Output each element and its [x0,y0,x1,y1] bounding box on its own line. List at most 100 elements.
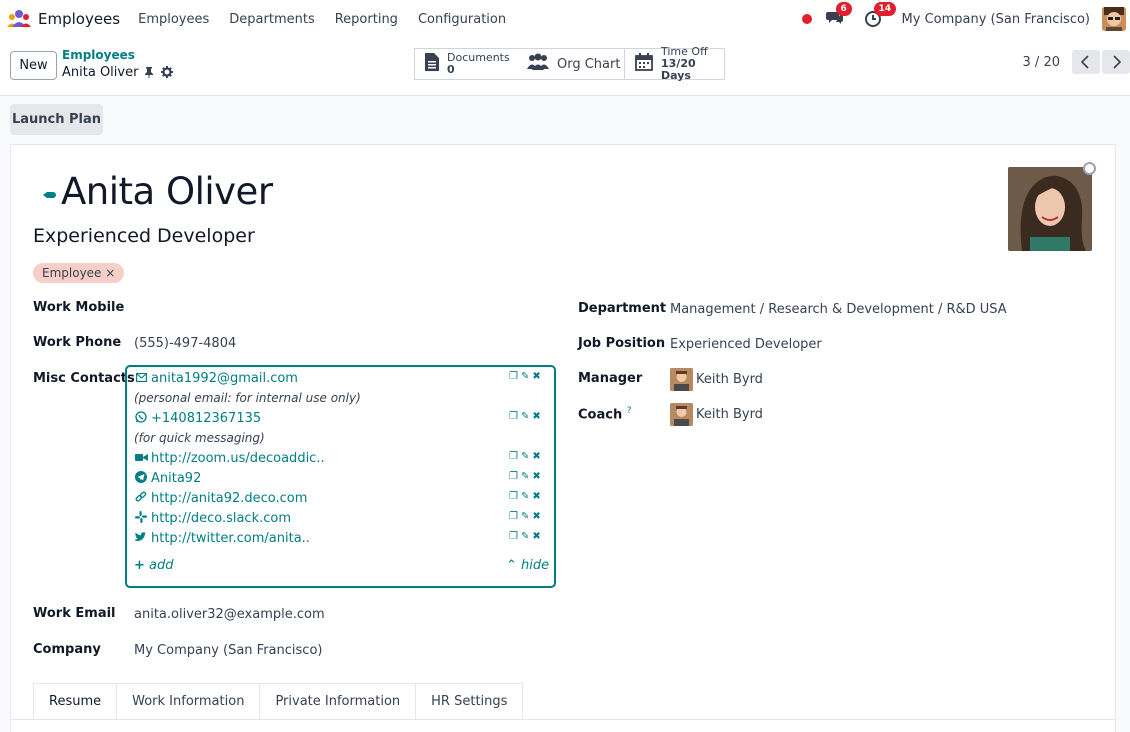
company-label: Company [33,642,101,657]
remove-icon[interactable]: ✖ [532,371,540,382]
copy-icon[interactable]: ❐ [509,371,518,382]
employee-name[interactable]: Anita Oliver [61,170,273,213]
contact-note: (for quick messaging) [134,431,265,445]
tag-label: Employee [42,266,102,280]
department-label: Department [578,301,667,316]
contact-zoom[interactable]: http://zoom.us/decoaddic.. [134,451,325,466]
pager-previous-button[interactable] [1072,50,1100,74]
app-name[interactable]: Employees [38,10,120,28]
launch-plan-button[interactable]: Launch Plan [10,104,103,135]
job-position-field[interactable]: Experienced Developer [670,337,822,352]
contact-slack[interactable]: http://deco.slack.com [134,511,291,526]
edit-icon[interactable]: ✎ [521,511,529,522]
edit-icon[interactable]: ✎ [521,491,529,502]
pager: 3 / 20 [1023,50,1130,74]
activities-clock-icon[interactable]: 14 [864,2,897,29]
pager-next-button[interactable] [1102,50,1130,74]
org-chart-label: Org Chart [557,56,621,72]
contact-actions: ❐ ✎ ✖ [509,511,541,522]
employee-tag[interactable]: Employee × [33,263,125,283]
menu-reporting[interactable]: Reporting [325,12,408,27]
copy-icon[interactable]: ❐ [509,531,518,542]
remove-icon[interactable]: ✖ [532,531,540,542]
messages-badge: 6 [835,2,852,16]
hide-contacts-link[interactable]: ⌃ hide [506,558,549,573]
photo-status-indicator [1083,162,1096,175]
menu-employees[interactable]: Employees [128,12,219,27]
remove-icon[interactable]: ✖ [532,491,540,502]
work-email-label: Work Email [33,606,116,621]
plus-icon: + [134,558,145,573]
tag-remove-icon[interactable]: × [105,266,115,280]
copy-icon[interactable]: ❐ [509,511,518,522]
company-switcher[interactable]: My Company (San Francisco) [902,12,1090,27]
contact-actions: ❐ ✎ ✖ [509,531,541,542]
messaging-icon[interactable]: 6 [825,2,852,29]
company-field[interactable]: My Company (San Francisco) [134,643,322,658]
notebook-tabs: Resume Work Information Private Informat… [33,683,524,719]
remove-icon[interactable]: ✖ [532,451,540,462]
control-panel: New Employees Anita Oliver Documents 0 O… [0,38,1130,96]
contact-actions: ❐ ✎ ✖ [509,491,541,502]
work-phone-field[interactable]: (555)-497-4804 [134,336,236,351]
edit-icon[interactable]: ✎ [521,411,529,422]
manager-label: Manager [578,371,643,386]
time-off-value: 13/20 Days [661,57,696,82]
work-phone-label: Work Phone [33,335,122,350]
video-icon [134,452,148,465]
user-avatar[interactable] [1102,7,1126,31]
department-field[interactable]: Management / Research & Development / R&… [670,302,1007,317]
coach-field[interactable]: Keith Byrd [696,407,763,422]
tab-hr-settings[interactable]: HR Settings [416,683,524,719]
documents-smart-button[interactable]: Documents 0 [414,48,518,80]
tab-private-information[interactable]: Private Information [260,683,417,719]
pager-value[interactable]: 3 / 20 [1023,55,1060,70]
copy-icon[interactable]: ❐ [509,411,518,422]
contact-email[interactable]: anita1992@gmail.com [134,371,298,386]
manager-avatar [670,368,693,391]
chevron-up-icon: ⌃ [506,558,517,573]
remove-icon[interactable]: ✖ [532,511,540,522]
work-email-field[interactable]: anita.oliver32@example.com [134,607,325,622]
copy-icon[interactable]: ❐ [509,491,518,502]
job-position-label: Job Position [578,336,666,351]
contact-twitter[interactable]: http://twitter.com/anita.. [134,531,310,546]
edit-icon[interactable]: ✎ [521,471,529,482]
job-title[interactable]: Experienced Developer [33,225,255,247]
edit-icon[interactable]: ✎ [521,451,529,462]
employees-app-icon[interactable] [6,8,32,30]
contact-actions: ❐ ✎ ✖ [509,471,541,482]
coach-help-icon[interactable]: ? [627,406,632,416]
pin-icon[interactable] [143,66,155,82]
presence-icon [42,188,56,198]
coach-avatar [670,403,693,426]
manager-field[interactable]: Keith Byrd [696,372,763,387]
edit-icon[interactable]: ✎ [521,531,529,542]
telegram-icon [134,471,148,486]
gear-icon[interactable] [161,66,173,82]
edit-icon[interactable]: ✎ [521,371,529,382]
breadcrumb-parent[interactable]: Employees [62,48,135,62]
new-button[interactable]: New [10,51,57,80]
employee-photo[interactable] [1008,167,1092,251]
tab-work-information[interactable]: Work Information [117,683,261,719]
work-mobile-label: Work Mobile [33,300,125,315]
menu-departments[interactable]: Departments [219,12,324,27]
document-icon [425,53,439,75]
remove-icon[interactable]: ✖ [532,471,540,482]
time-off-smart-button[interactable]: Time Off 13/20 Days [624,46,725,82]
remove-icon[interactable]: ✖ [532,411,540,422]
users-icon [527,53,549,75]
contact-telegram[interactable]: Anita92 [134,471,201,486]
tab-resume[interactable]: Resume [33,683,118,719]
copy-icon[interactable]: ❐ [509,471,518,482]
org-chart-smart-button[interactable]: Org Chart [517,48,625,80]
twitter-icon [134,532,148,545]
add-contact-link[interactable]: + add [134,558,174,573]
menu-configuration[interactable]: Configuration [408,12,516,27]
copy-icon[interactable]: ❐ [509,451,518,462]
contact-whatsapp[interactable]: +140812367135 [134,411,261,426]
activities-badge: 14 [873,2,897,16]
status-dot-icon[interactable] [801,14,812,24]
contact-website[interactable]: http://anita92.deco.com [134,491,307,506]
